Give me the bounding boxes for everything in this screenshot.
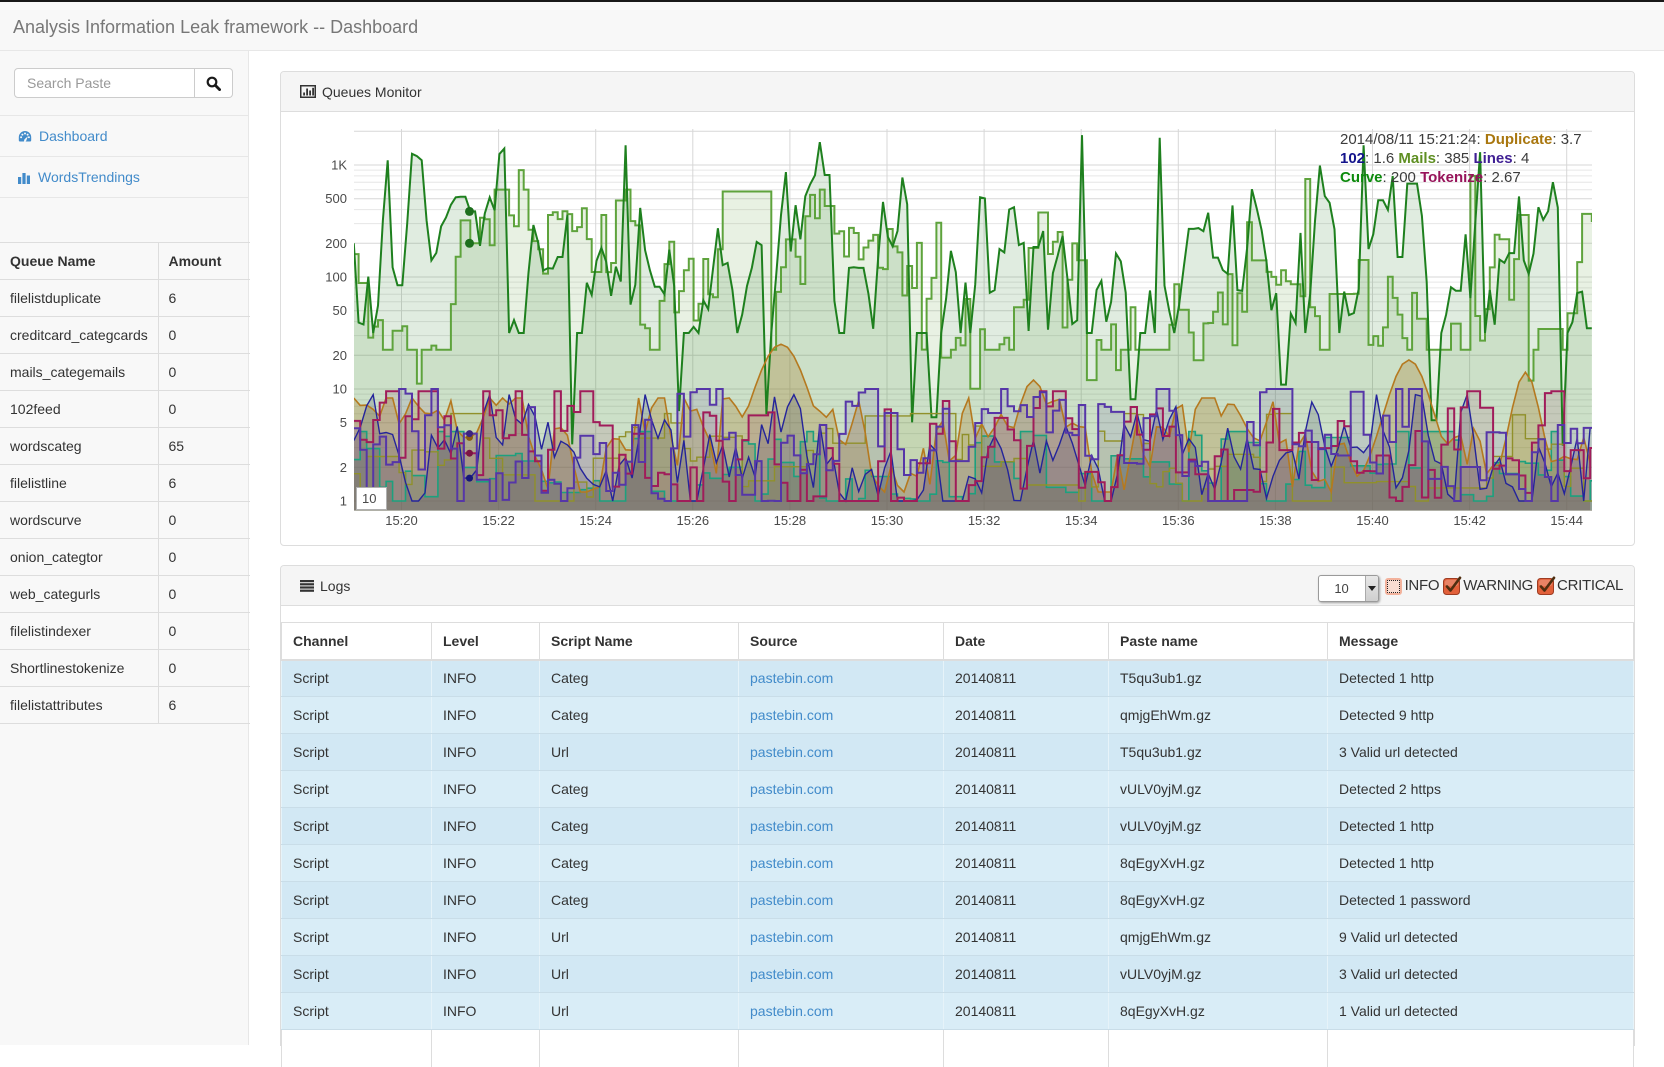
svg-text:15:26: 15:26 xyxy=(677,513,710,528)
svg-text:50: 50 xyxy=(333,303,347,318)
svg-text:15:24: 15:24 xyxy=(579,513,612,528)
svg-text:15:20: 15:20 xyxy=(385,513,418,528)
svg-text:5: 5 xyxy=(340,415,347,430)
svg-text:2014/08/11 15:21:24: Duplicate: 2014/08/11 15:21:24: Duplicate: 3.7 xyxy=(1340,131,1582,148)
svg-text:10: 10 xyxy=(362,491,376,506)
svg-text:1K: 1K xyxy=(331,158,347,173)
svg-text:15:42: 15:42 xyxy=(1453,513,1486,528)
svg-text:2: 2 xyxy=(340,460,347,475)
svg-text:15:40: 15:40 xyxy=(1356,513,1389,528)
svg-text:15:36: 15:36 xyxy=(1162,513,1195,528)
svg-text:102: 1.6 Mails: 385 Lines: 4: 102: 1.6 Mails: 385 Lines: 4 xyxy=(1340,150,1529,167)
svg-text:Curve: 200 Tokenize: 2.67: Curve: 200 Tokenize: 2.67 xyxy=(1340,169,1521,186)
svg-text:15:30: 15:30 xyxy=(871,513,904,528)
svg-text:500: 500 xyxy=(325,191,347,206)
svg-text:15:32: 15:32 xyxy=(968,513,1001,528)
svg-text:20: 20 xyxy=(333,348,347,363)
svg-text:15:44: 15:44 xyxy=(1550,513,1583,528)
svg-text:200: 200 xyxy=(325,236,347,251)
svg-text:10: 10 xyxy=(333,382,347,397)
svg-text:15:34: 15:34 xyxy=(1065,513,1098,528)
svg-text:15:28: 15:28 xyxy=(774,513,807,528)
svg-text:15:22: 15:22 xyxy=(482,513,515,528)
svg-text:1: 1 xyxy=(340,494,347,509)
svg-text:15:38: 15:38 xyxy=(1259,513,1292,528)
svg-text:100: 100 xyxy=(325,270,347,285)
